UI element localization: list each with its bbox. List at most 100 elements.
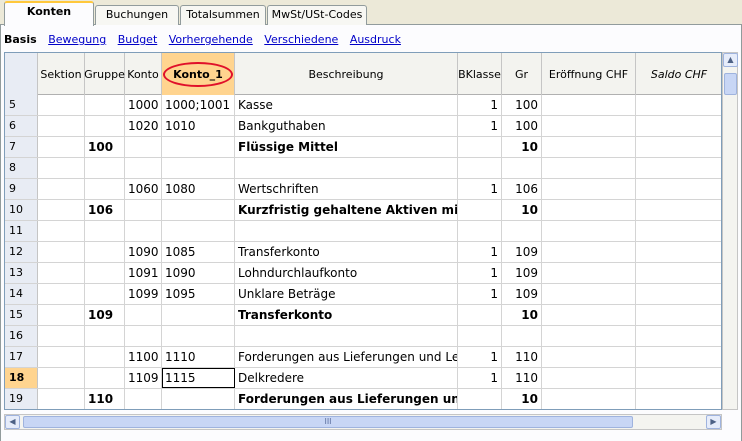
view-bewegung[interactable]: Bewegung (48, 33, 106, 46)
row-number[interactable]: 11 (5, 221, 38, 241)
row-number[interactable]: 18 (5, 368, 38, 388)
row-number[interactable]: 6 (5, 116, 38, 136)
cell-gr[interactable]: 106 (502, 179, 542, 199)
cell-gruppe[interactable] (85, 95, 125, 115)
view-basis[interactable]: Basis (4, 33, 37, 46)
cell-saldo[interactable] (636, 158, 721, 178)
table-row[interactable]: 10 106 Kurzfristig gehaltene Aktiven mit B… (5, 200, 721, 221)
cell-gr[interactable]: 10 (502, 389, 542, 409)
cell-bklasse[interactable]: 1 (458, 242, 502, 262)
cell-saldo[interactable] (636, 242, 721, 262)
cell-konto[interactable]: 1060 (125, 179, 162, 199)
table-row[interactable]: 18 1109 1115 Delkredere 1 110 (5, 368, 721, 389)
cell-beschreibung[interactable]: Bankguthaben (235, 116, 458, 136)
column-header-sektion[interactable]: Sektion (38, 53, 85, 95)
cell-gruppe[interactable] (85, 158, 125, 178)
cell-konto[interactable]: 1100 (125, 347, 162, 367)
cell-gruppe[interactable] (85, 368, 125, 388)
row-number[interactable]: 10 (5, 200, 38, 220)
cell-beschreibung[interactable]: Wertschriften (235, 179, 458, 199)
cell-konto1[interactable]: 1085 (162, 242, 235, 262)
cell-sektion[interactable] (38, 389, 85, 409)
cell-konto[interactable]: 1000 (125, 95, 162, 115)
cell-bklasse[interactable] (458, 158, 502, 178)
cell-beschreibung[interactable]: Delkredere (235, 368, 458, 388)
cell-sektion[interactable] (38, 347, 85, 367)
cell-konto[interactable]: 1091 (125, 263, 162, 283)
cell-sektion[interactable] (38, 305, 85, 325)
cell-bklasse[interactable]: 1 (458, 368, 502, 388)
table-row[interactable]: 15 109 Transferkonto 10 (5, 305, 721, 326)
cell-beschreibung[interactable]: Kurzfristig gehaltene Aktiven mit Bö (235, 200, 458, 220)
cell-beschreibung[interactable]: Lohndurchlaufkonto (235, 263, 458, 283)
view-ausdruck[interactable]: Ausdruck (350, 33, 401, 46)
cell-gr[interactable]: 110 (502, 347, 542, 367)
cell-konto1[interactable] (162, 200, 235, 220)
horizontal-scrollbar[interactable]: ◀ III ▶ (4, 414, 722, 430)
cell-konto[interactable] (125, 389, 162, 409)
view-vorhergehende[interactable]: Vorhergehende (169, 33, 253, 46)
column-header-gr[interactable]: Gr (502, 53, 542, 95)
vertical-scroll-thumb[interactable] (724, 73, 737, 95)
cell-gruppe[interactable] (85, 242, 125, 262)
cell-eroeffnung[interactable] (542, 242, 636, 262)
table-row[interactable]: 17 1100 1110 Forderungen aus Lieferungen un… (5, 347, 721, 368)
cell-sektion[interactable] (38, 242, 85, 262)
cell-beschreibung[interactable]: Forderungen aus Lieferungen und (235, 389, 458, 409)
cell-gr[interactable] (502, 158, 542, 178)
table-row[interactable]: 6 1020 1010 Bankguthaben 1 100 (5, 116, 721, 137)
cell-gruppe[interactable]: 110 (85, 389, 125, 409)
cell-eroeffnung[interactable] (542, 116, 636, 136)
cell-saldo[interactable] (636, 221, 721, 241)
cell-konto1[interactable]: 1000;1001 (162, 95, 235, 115)
scroll-up-arrow-icon[interactable]: ▲ (723, 53, 738, 67)
tab-konten[interactable]: Konten (4, 1, 94, 26)
cell-eroeffnung[interactable] (542, 200, 636, 220)
row-number[interactable]: 16 (5, 326, 38, 346)
cell-eroeffnung[interactable] (542, 347, 636, 367)
cell-bklasse[interactable] (458, 305, 502, 325)
cell-saldo[interactable] (636, 95, 721, 115)
column-header-konto-1[interactable]: Konto_1 (162, 53, 235, 95)
table-row[interactable]: 12 1090 1085 Transferkonto 1 109 (5, 242, 721, 263)
row-number[interactable]: 5 (5, 95, 38, 115)
table-row[interactable]: 11 (5, 221, 721, 242)
cell-konto1[interactable]: 1010 (162, 116, 235, 136)
cell-sektion[interactable] (38, 221, 85, 241)
cell-beschreibung[interactable] (235, 221, 458, 241)
cell-konto[interactable] (125, 326, 162, 346)
cell-saldo[interactable] (636, 326, 721, 346)
row-number[interactable]: 17 (5, 347, 38, 367)
cell-gruppe[interactable] (85, 221, 125, 241)
column-header-eroeffnung-chf[interactable]: Eröffnung CHF (542, 53, 636, 95)
cell-saldo[interactable] (636, 305, 721, 325)
cell-bklasse[interactable] (458, 389, 502, 409)
table-row[interactable]: 16 (5, 326, 721, 347)
cell-sektion[interactable] (38, 200, 85, 220)
cell-saldo[interactable] (636, 368, 721, 388)
cell-beschreibung[interactable]: Flüssige Mittel (235, 137, 458, 157)
tab-buchungen[interactable]: Buchungen (95, 5, 179, 25)
cell-gruppe[interactable] (85, 347, 125, 367)
cell-saldo[interactable] (636, 200, 721, 220)
cell-bklasse[interactable] (458, 221, 502, 241)
cell-konto1[interactable] (162, 221, 235, 241)
cell-eroeffnung[interactable] (542, 305, 636, 325)
cell-konto[interactable]: 1020 (125, 116, 162, 136)
cell-gruppe[interactable] (85, 284, 125, 304)
cell-gr[interactable]: 109 (502, 284, 542, 304)
cell-gruppe[interactable] (85, 263, 125, 283)
cell-beschreibung[interactable] (235, 326, 458, 346)
cell-konto[interactable] (125, 221, 162, 241)
cell-sektion[interactable] (38, 116, 85, 136)
cell-gruppe[interactable]: 109 (85, 305, 125, 325)
cell-beschreibung[interactable]: Forderungen aus Lieferungen und Leist (235, 347, 458, 367)
cell-bklasse[interactable]: 1 (458, 116, 502, 136)
cell-beschreibung[interactable]: Transferkonto (235, 242, 458, 262)
cell-gr[interactable]: 100 (502, 95, 542, 115)
row-number[interactable]: 8 (5, 158, 38, 178)
column-header-bklasse[interactable]: BKlasse (458, 53, 502, 95)
horizontal-scroll-thumb[interactable]: III (23, 416, 633, 428)
row-header-corner[interactable] (5, 53, 38, 95)
cell-konto1[interactable]: 1090 (162, 263, 235, 283)
